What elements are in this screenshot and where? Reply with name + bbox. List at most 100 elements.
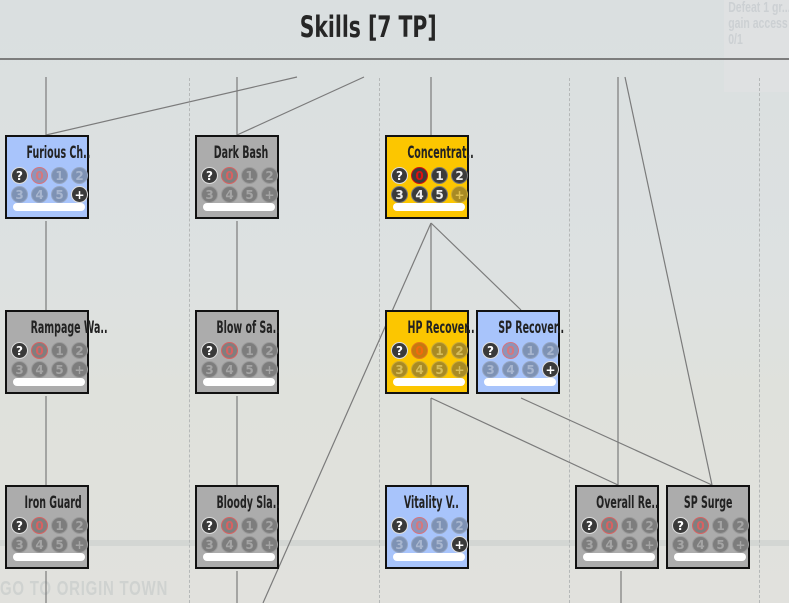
rank-3-button[interactable]: 3 xyxy=(201,186,218,203)
add-rank-button[interactable]: + xyxy=(261,361,278,378)
rank-1-button[interactable]: 1 xyxy=(241,167,258,184)
rank-3-button[interactable]: 3 xyxy=(672,536,689,553)
add-rank-button[interactable]: + xyxy=(261,536,278,553)
rank-0-button[interactable]: 0 xyxy=(601,517,618,534)
rank-3-button[interactable]: 3 xyxy=(482,361,499,378)
rank-2-button[interactable]: 2 xyxy=(71,167,88,184)
skill-node-sp-surge[interactable]: SP Surge? 0 1 2 3 4 5 + xyxy=(666,485,750,569)
add-rank-button[interactable]: + xyxy=(451,361,468,378)
rank-5-button[interactable]: 5 xyxy=(241,186,258,203)
skill-node-rampage-wave[interactable]: Rampage Wa..? 0 1 2 3 4 5 + xyxy=(5,310,108,394)
skill-node-sp-recovery[interactable]: SP Recover..? 0 1 2 3 4 5 + xyxy=(476,310,564,394)
skill-node-vitality-v[interactable]: Vitality V..? 0 1 2 3 4 5 + xyxy=(385,485,469,569)
rank-5-button[interactable]: 5 xyxy=(51,536,68,553)
rank-4-button[interactable]: 4 xyxy=(31,536,48,553)
rank-4-button[interactable]: 4 xyxy=(31,361,48,378)
rank-2-button[interactable]: 2 xyxy=(71,342,88,359)
rank-0-button[interactable]: 0 xyxy=(692,517,709,534)
info-button[interactable]: ? xyxy=(482,342,499,359)
add-rank-button[interactable]: + xyxy=(451,536,468,553)
rank-2-button[interactable]: 2 xyxy=(542,342,559,359)
rank-4-button[interactable]: 4 xyxy=(31,186,48,203)
rank-4-button[interactable]: 4 xyxy=(221,536,238,553)
rank-2-button[interactable]: 2 xyxy=(641,517,658,534)
rank-1-button[interactable]: 1 xyxy=(712,517,729,534)
info-button[interactable]: ? xyxy=(391,517,408,534)
rank-5-button[interactable]: 5 xyxy=(712,536,729,553)
rank-0-button[interactable]: 0 xyxy=(221,342,238,359)
rank-2-button[interactable]: 2 xyxy=(451,342,468,359)
add-rank-button[interactable]: + xyxy=(71,186,88,203)
rank-1-button[interactable]: 1 xyxy=(241,517,258,534)
rank-4-button[interactable]: 4 xyxy=(221,361,238,378)
rank-2-button[interactable]: 2 xyxy=(261,517,278,534)
skill-node-hp-recovery[interactable]: HP Recover..? 0 1 2 3 4 5 + xyxy=(385,310,475,394)
info-button[interactable]: ? xyxy=(201,342,218,359)
rank-0-button[interactable]: 0 xyxy=(411,342,428,359)
info-button[interactable]: ? xyxy=(201,517,218,534)
add-rank-button[interactable]: + xyxy=(261,186,278,203)
rank-0-button[interactable]: 0 xyxy=(221,167,238,184)
rank-0-button[interactable]: 0 xyxy=(411,167,428,184)
rank-3-button[interactable]: 3 xyxy=(11,361,28,378)
rank-4-button[interactable]: 4 xyxy=(692,536,709,553)
rank-5-button[interactable]: 5 xyxy=(51,361,68,378)
rank-1-button[interactable]: 1 xyxy=(431,167,448,184)
info-button[interactable]: ? xyxy=(581,517,598,534)
info-button[interactable]: ? xyxy=(11,167,28,184)
rank-1-button[interactable]: 1 xyxy=(431,342,448,359)
skill-node-overall-re[interactable]: Overall Re..? 0 1 2 3 4 5 + xyxy=(575,485,659,569)
rank-1-button[interactable]: 1 xyxy=(621,517,638,534)
add-rank-button[interactable]: + xyxy=(71,361,88,378)
rank-3-button[interactable]: 3 xyxy=(201,361,218,378)
rank-5-button[interactable]: 5 xyxy=(241,536,258,553)
rank-5-button[interactable]: 5 xyxy=(241,361,258,378)
rank-3-button[interactable]: 3 xyxy=(391,536,408,553)
add-rank-button[interactable]: + xyxy=(542,361,559,378)
skill-node-blow-of-sacrifice[interactable]: Blow of Sa..? 0 1 2 3 4 5 + xyxy=(195,310,280,394)
rank-1-button[interactable]: 1 xyxy=(51,517,68,534)
info-button[interactable]: ? xyxy=(391,167,408,184)
rank-1-button[interactable]: 1 xyxy=(431,517,448,534)
rank-1-button[interactable]: 1 xyxy=(522,342,539,359)
rank-4-button[interactable]: 4 xyxy=(411,536,428,553)
rank-5-button[interactable]: 5 xyxy=(431,186,448,203)
rank-5-button[interactable]: 5 xyxy=(431,361,448,378)
skill-node-iron-guard[interactable]: Iron Guard? 0 1 2 3 4 5 + xyxy=(5,485,89,569)
rank-1-button[interactable]: 1 xyxy=(51,167,68,184)
rank-4-button[interactable]: 4 xyxy=(411,361,428,378)
skill-node-concentration[interactable]: Concentrat..? 0 1 2 3 4 5 + xyxy=(385,135,474,219)
rank-2-button[interactable]: 2 xyxy=(451,517,468,534)
rank-5-button[interactable]: 5 xyxy=(522,361,539,378)
rank-0-button[interactable]: 0 xyxy=(502,342,519,359)
rank-3-button[interactable]: 3 xyxy=(201,536,218,553)
rank-1-button[interactable]: 1 xyxy=(51,342,68,359)
rank-3-button[interactable]: 3 xyxy=(391,186,408,203)
info-button[interactable]: ? xyxy=(201,167,218,184)
rank-0-button[interactable]: 0 xyxy=(31,517,48,534)
rank-3-button[interactable]: 3 xyxy=(391,361,408,378)
rank-0-button[interactable]: 0 xyxy=(411,517,428,534)
rank-2-button[interactable]: 2 xyxy=(261,167,278,184)
skill-node-bloody-slash[interactable]: Bloody Sla..? 0 1 2 3 4 5 + xyxy=(195,485,280,569)
rank-0-button[interactable]: 0 xyxy=(31,167,48,184)
rank-3-button[interactable]: 3 xyxy=(581,536,598,553)
rank-5-button[interactable]: 5 xyxy=(621,536,638,553)
info-button[interactable]: ? xyxy=(11,342,28,359)
skill-node-furious-charge[interactable]: Furious Ch..? 0 1 2 3 4 5 + xyxy=(5,135,90,219)
rank-5-button[interactable]: 5 xyxy=(431,536,448,553)
rank-2-button[interactable]: 2 xyxy=(451,167,468,184)
rank-4-button[interactable]: 4 xyxy=(221,186,238,203)
rank-4-button[interactable]: 4 xyxy=(411,186,428,203)
skill-node-dark-bash[interactable]: Dark Bash? 0 1 2 3 4 5 + xyxy=(195,135,279,219)
info-button[interactable]: ? xyxy=(11,517,28,534)
rank-1-button[interactable]: 1 xyxy=(241,342,258,359)
rank-2-button[interactable]: 2 xyxy=(261,342,278,359)
info-button[interactable]: ? xyxy=(391,342,408,359)
rank-4-button[interactable]: 4 xyxy=(601,536,618,553)
rank-2-button[interactable]: 2 xyxy=(71,517,88,534)
info-button[interactable]: ? xyxy=(672,517,689,534)
rank-3-button[interactable]: 3 xyxy=(11,186,28,203)
rank-0-button[interactable]: 0 xyxy=(221,517,238,534)
rank-3-button[interactable]: 3 xyxy=(11,536,28,553)
